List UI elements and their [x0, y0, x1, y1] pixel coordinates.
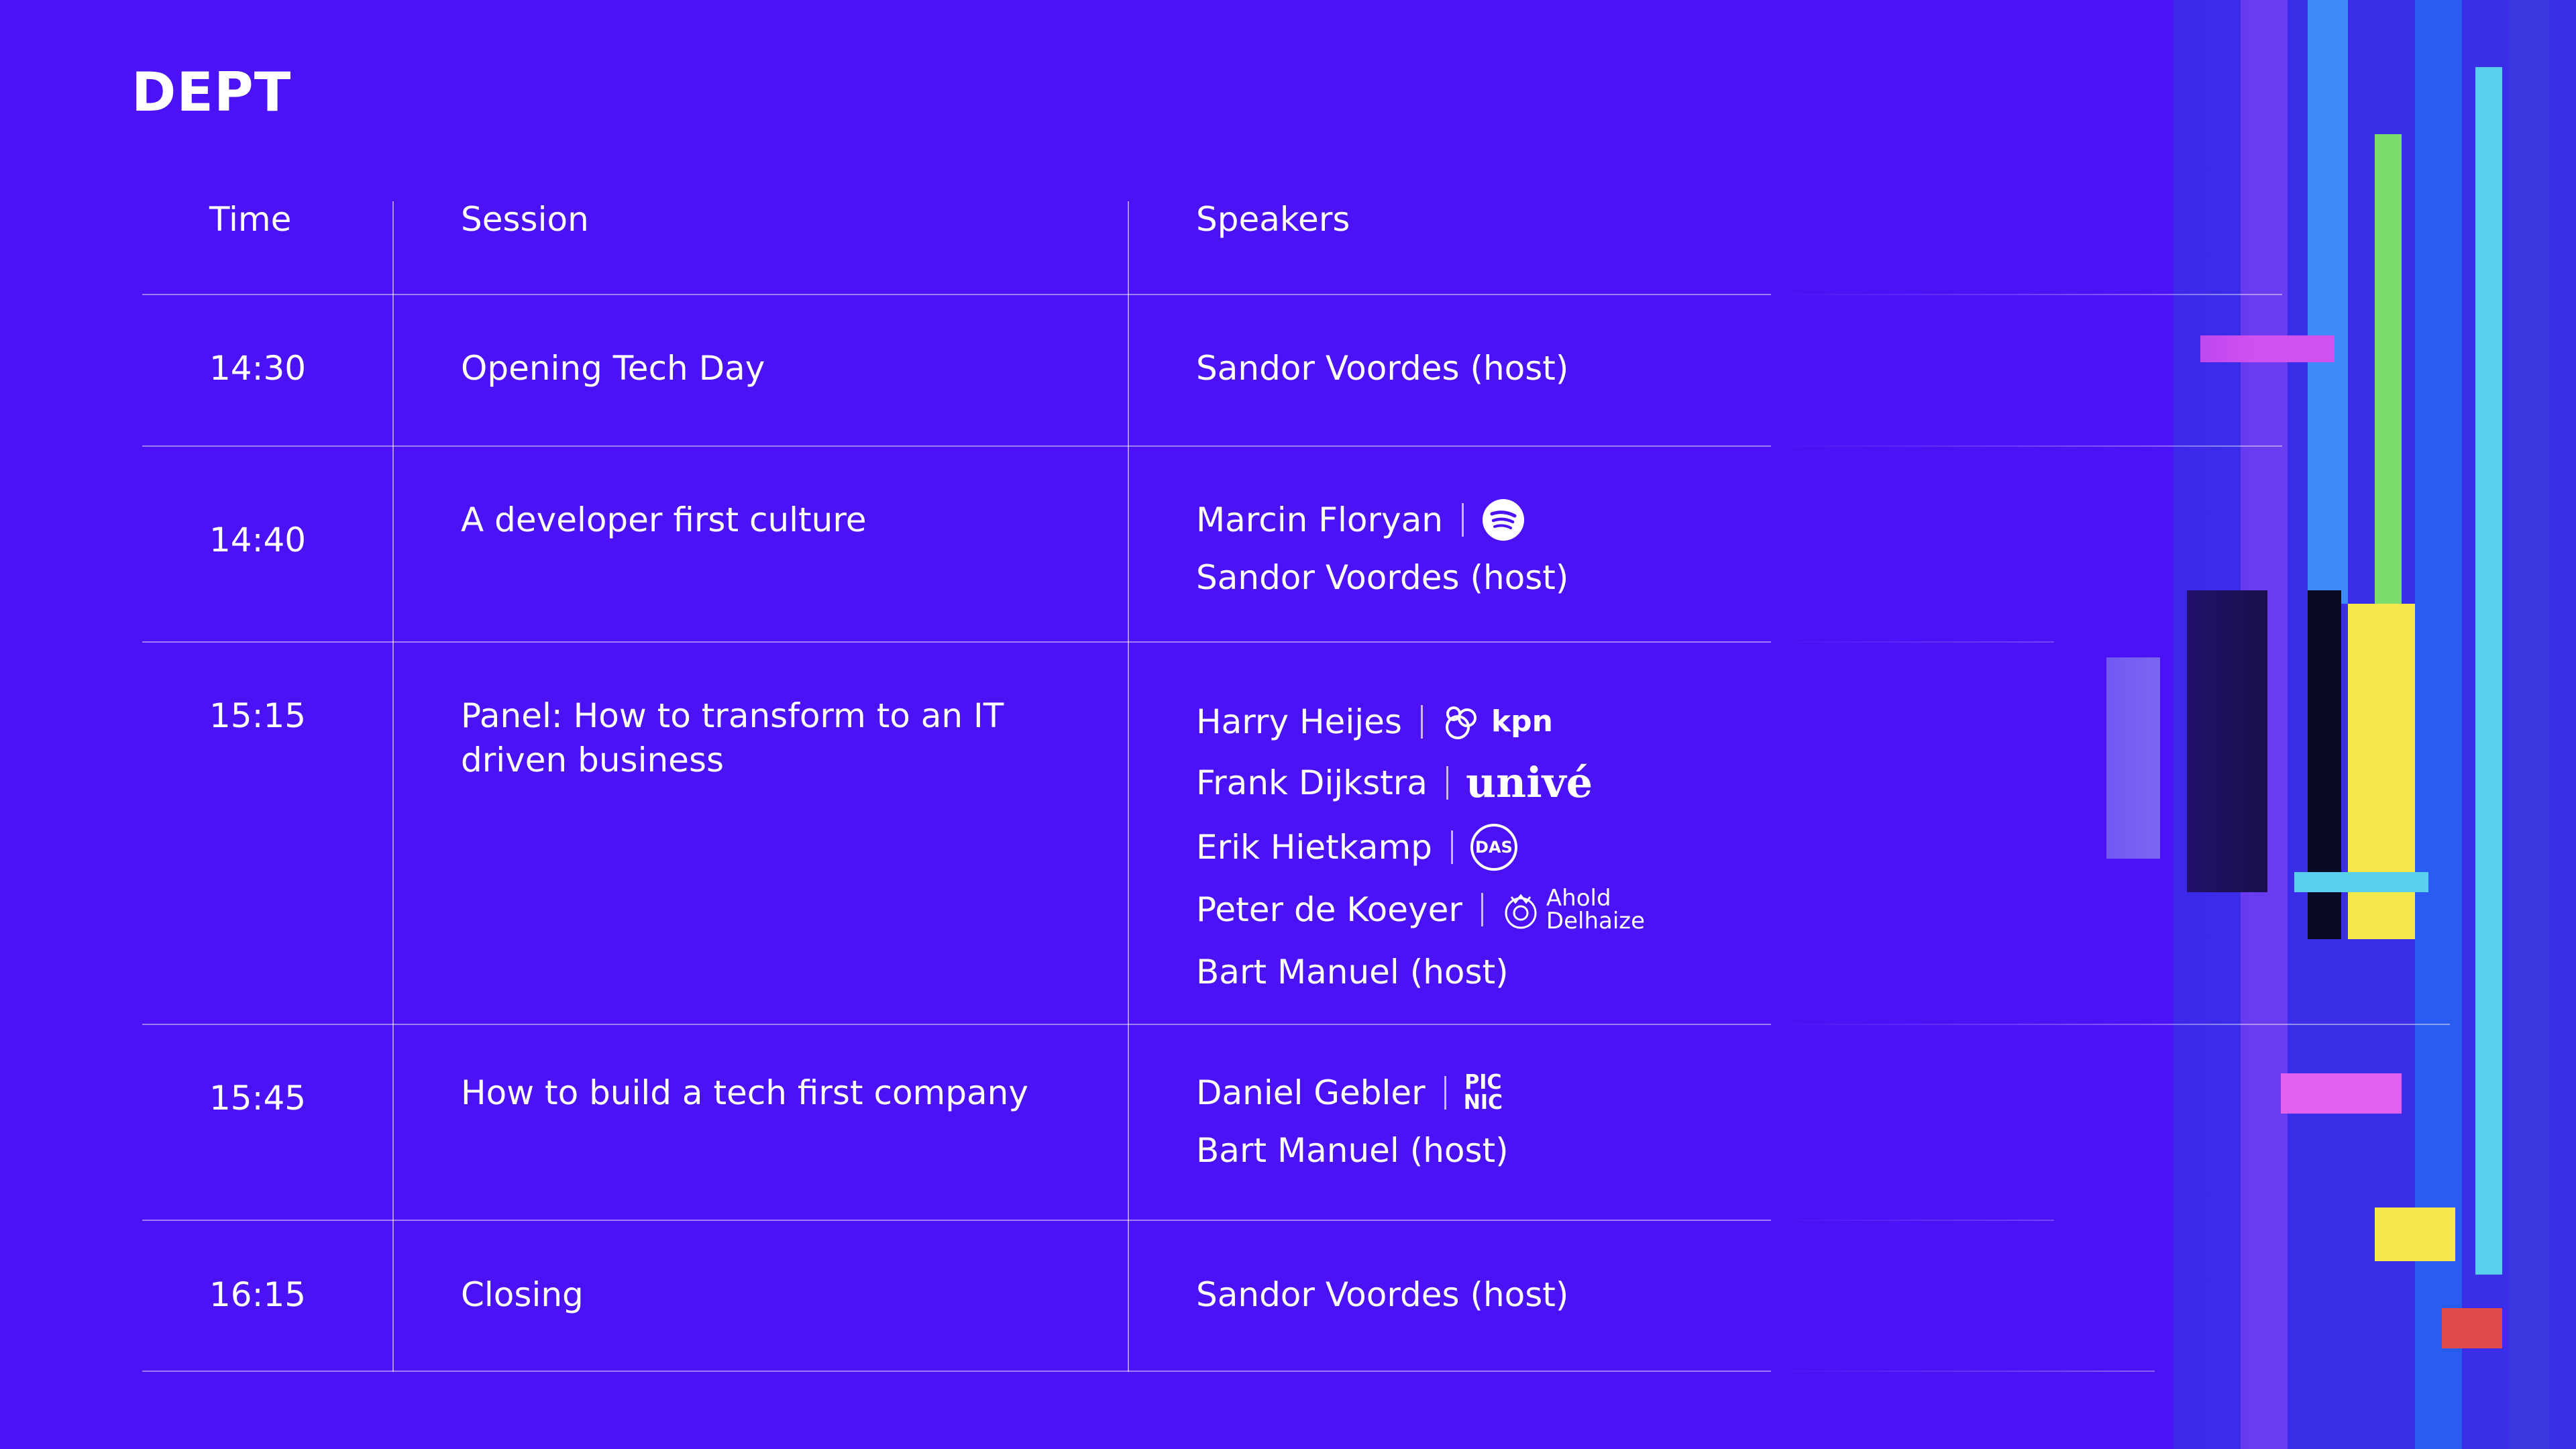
separator: [1481, 893, 1483, 926]
speaker-name: Sandor Voordes (host): [1196, 349, 1569, 388]
column-divider-2: [1128, 201, 1129, 1372]
ahold-delhaize-crest-icon: [1505, 894, 1537, 929]
row-session: How to build a tech first company: [461, 1073, 1028, 1112]
row-time: 15:15: [209, 696, 307, 735]
speaker-name: Harry Heijes: [1196, 702, 1402, 741]
spotify-logo-icon: [1481, 498, 1525, 542]
separator: [1446, 766, 1448, 800]
delhaize-text: Delhaize: [1546, 908, 1646, 934]
row-time: 14:30: [209, 349, 307, 388]
picnic-logo: PIC NIC: [1464, 1073, 1503, 1113]
row-time: 16:15: [209, 1275, 307, 1314]
row-session: Closing: [461, 1275, 584, 1314]
speaker: Sandor Voordes (host): [1196, 555, 1568, 600]
speaker: Harry Heijes kpn: [1196, 698, 1553, 746]
picnic-text-top: PIC: [1464, 1071, 1502, 1094]
speaker: Sandor Voordes (host): [1196, 1273, 1568, 1317]
speaker-name: Sandor Voordes (host): [1196, 558, 1569, 597]
speaker: Bart Manuel (host): [1196, 950, 1509, 994]
speaker-name: Daniel Gebler: [1196, 1073, 1426, 1112]
kpn-logo-text: kpn: [1491, 704, 1554, 739]
glitch-fade: [1771, 0, 2576, 1449]
dept-logo: DEPT: [131, 61, 292, 123]
ahold-delhaize-logo: Ahold Delhaize: [1501, 887, 1645, 932]
speaker-name: Erik Hietkamp: [1196, 828, 1432, 867]
kpn-logo-icon: kpn: [1440, 698, 1553, 746]
row-divider-4: [142, 1220, 2054, 1221]
row-time: 15:45: [209, 1079, 307, 1118]
row-session: Opening Tech Day: [461, 349, 765, 388]
speaker: Sandor Voordes (host): [1196, 346, 1568, 390]
header-session: Session: [461, 200, 589, 239]
unive-logo: univé: [1465, 758, 1593, 807]
speaker-name: Bart Manuel (host): [1196, 953, 1509, 991]
header-time: Time: [209, 200, 292, 239]
glitch-artwork: [1771, 0, 2576, 1449]
separator: [1444, 1076, 1446, 1110]
speaker-name: Marcin Floryan: [1196, 500, 1443, 539]
das-logo-icon: DAS: [1470, 824, 1517, 871]
speaker-name: Frank Dijkstra: [1196, 763, 1428, 802]
speaker-name: Sandor Voordes (host): [1196, 1275, 1569, 1314]
row-session-line-1: Panel: How to transform to an IT: [461, 696, 1004, 735]
ahold-text: Ahold: [1546, 885, 1611, 912]
picnic-text-bottom: NIC: [1463, 1091, 1503, 1114]
speaker: Peter de Koeyer Ahold Delhaize: [1196, 887, 1645, 932]
speaker: Frank Dijkstra univé: [1196, 761, 1593, 805]
speaker: Erik Hietkamp DAS: [1196, 824, 1517, 871]
row-session: A developer first culture: [461, 500, 867, 539]
row-time: 14:40: [209, 521, 307, 559]
separator: [1420, 705, 1423, 739]
header-speakers: Speakers: [1196, 200, 1350, 239]
column-divider-1: [392, 201, 394, 1372]
speaker: Bart Manuel (host): [1196, 1128, 1509, 1173]
separator: [1461, 503, 1464, 537]
das-logo-text: DAS: [1475, 838, 1513, 857]
separator: [1450, 830, 1453, 864]
row-divider-2: [142, 641, 2054, 643]
speaker-name: Peter de Koeyer: [1196, 890, 1462, 929]
speaker: Daniel Gebler PIC NIC: [1196, 1071, 1503, 1115]
speaker: Marcin Floryan: [1196, 498, 1525, 542]
row-session-line-2: driven business: [461, 741, 724, 780]
speaker-name: Bart Manuel (host): [1196, 1131, 1509, 1170]
